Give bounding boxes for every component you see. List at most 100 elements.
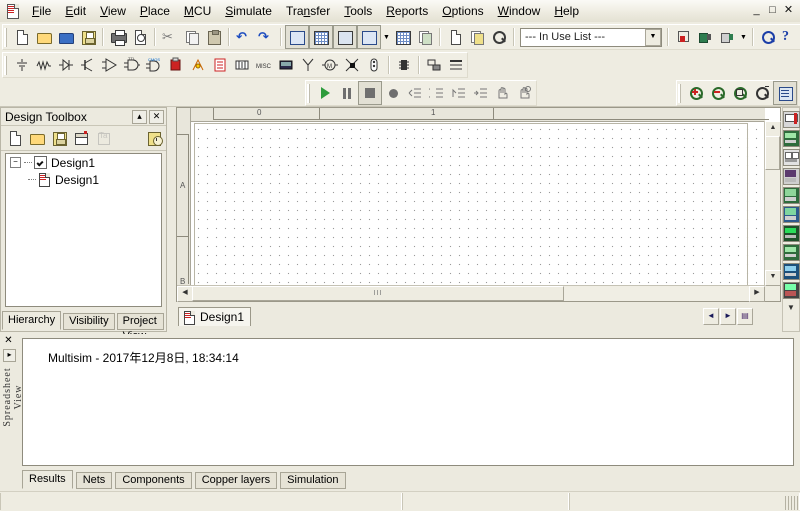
chevron-down-icon[interactable]: ▼: [787, 303, 795, 312]
horizontal-scroll-thumb[interactable]: III: [192, 286, 564, 301]
find-button[interactable]: [757, 26, 779, 48]
place-electromech-button[interactable]: M: [319, 54, 341, 76]
capture-icon-button[interactable]: [444, 26, 466, 48]
close-icon[interactable]: ✕: [3, 336, 14, 347]
sheet-list-button[interactable]: ▤: [737, 308, 753, 325]
zoom-fit-button[interactable]: [729, 82, 751, 104]
postprocessor-button[interactable]: [392, 26, 414, 48]
menu-mcu[interactable]: MCU: [177, 1, 218, 21]
rollup-button[interactable]: ▴: [132, 110, 147, 124]
toolbar-grip[interactable]: [4, 28, 9, 47]
place-peripheral-button[interactable]: [275, 54, 297, 76]
tab-nets[interactable]: Nets: [76, 472, 113, 489]
prev-sheet-button[interactable]: ◄: [703, 308, 719, 325]
place-ttl-button[interactable]: TTL: [121, 54, 143, 76]
grapher-dropdown[interactable]: ▼: [381, 26, 392, 48]
tab-copper-layers[interactable]: Copper layers: [195, 472, 277, 489]
four-channel-oscilloscope-icon[interactable]: [783, 187, 800, 204]
step-out-button[interactable]: [448, 82, 470, 104]
annotate-dropdown[interactable]: ▼: [738, 26, 749, 48]
menu-tools[interactable]: Tools: [337, 1, 379, 21]
pause-button[interactable]: [336, 82, 358, 104]
horizontal-scrollbar[interactable]: ◀ III ▶: [177, 285, 765, 301]
step-over-button[interactable]: [426, 82, 448, 104]
frequency-counter-icon[interactable]: [783, 225, 800, 242]
spreadsheet-results-area[interactable]: Multisim - 2017年12月8日, 18:34:14: [22, 338, 794, 466]
run-button[interactable]: [314, 82, 336, 104]
tree-row[interactable]: − Design1: [6, 154, 161, 171]
new-file-button[interactable]: [11, 26, 33, 48]
scroll-left-button[interactable]: ◀: [177, 286, 193, 302]
open-folder-icon[interactable]: [26, 127, 48, 149]
toggle-spreadsheet-button[interactable]: [309, 25, 333, 49]
wattmeter-icon[interactable]: [783, 149, 800, 166]
zoom-area-button[interactable]: [751, 82, 773, 104]
menu-view[interactable]: View: [93, 1, 133, 21]
word-generator-icon[interactable]: [783, 244, 800, 261]
checkbox-icon[interactable]: [34, 156, 47, 169]
tab-simulation[interactable]: Simulation: [280, 472, 345, 489]
rename-icon[interactable]: Ta: [92, 127, 114, 149]
place-analog-button[interactable]: [99, 54, 121, 76]
electrical-rules-button[interactable]: [414, 26, 436, 48]
menu-place[interactable]: Place: [133, 1, 177, 21]
record-button[interactable]: [382, 82, 404, 104]
redo-button[interactable]: ↷: [255, 26, 277, 48]
tab-project-view[interactable]: Project View: [117, 313, 164, 330]
toggle-design-toolbox-button[interactable]: [285, 25, 309, 49]
scroll-up-button[interactable]: ▲: [765, 121, 781, 137]
open-file-button[interactable]: [33, 26, 55, 48]
annotate-in-button[interactable]: [694, 26, 716, 48]
close-icon[interactable]: ✕: [149, 110, 164, 124]
logic-analyzer-icon[interactable]: [783, 282, 800, 299]
place-bus-button[interactable]: [445, 54, 467, 76]
place-transistor-button[interactable]: [77, 54, 99, 76]
copy-button[interactable]: [181, 26, 203, 48]
undo-button[interactable]: ↶: [233, 26, 255, 48]
scroll-down-button[interactable]: ▼: [765, 270, 781, 286]
tab-components[interactable]: Components: [115, 472, 191, 489]
place-misc-digital-button[interactable]: [165, 54, 187, 76]
menu-file[interactable]: File: [25, 1, 58, 21]
minimize-button[interactable]: _: [749, 4, 764, 18]
back-annotate-button[interactable]: [466, 26, 488, 48]
menu-reports[interactable]: Reports: [379, 1, 435, 21]
new-sheet-icon[interactable]: [70, 127, 92, 149]
design-hierarchy-tree[interactable]: − Design1 Design1: [5, 153, 162, 307]
place-basic-button[interactable]: [33, 54, 55, 76]
place-source-button[interactable]: [11, 54, 33, 76]
menu-edit[interactable]: Edit: [58, 1, 93, 21]
menu-transfer[interactable]: Transfer: [279, 1, 337, 21]
schematic-canvas[interactable]: [191, 122, 765, 286]
stop-button[interactable]: [358, 81, 382, 105]
tab-results[interactable]: Results: [22, 470, 73, 489]
vertical-scrollbar[interactable]: ▲ ▼: [764, 121, 780, 286]
place-power-button[interactable]: [231, 54, 253, 76]
place-ni-button[interactable]: [341, 54, 363, 76]
forward-annotate-button[interactable]: [488, 26, 510, 48]
help-button[interactable]: ?: [779, 26, 800, 48]
place-mixed-button[interactable]: [187, 54, 209, 76]
expander-icon[interactable]: −: [10, 157, 21, 168]
toolbar-grip[interactable]: [307, 84, 312, 103]
place-rf-button[interactable]: [297, 54, 319, 76]
resize-grip[interactable]: [785, 496, 799, 510]
restore-button[interactable]: □: [765, 4, 780, 18]
place-hierarchical-button[interactable]: [423, 54, 445, 76]
in-use-list-dropdown[interactable]: --- In Use List --- ▼: [520, 28, 662, 47]
close-button[interactable]: ✕: [781, 4, 796, 18]
next-sheet-button[interactable]: ►: [720, 308, 736, 325]
toolbar-grip[interactable]: [678, 84, 683, 103]
place-misc-button[interactable]: MISC: [253, 54, 275, 76]
annotate-out-button[interactable]: [716, 26, 738, 48]
menu-options[interactable]: Options: [435, 1, 490, 21]
zoom-out-button[interactable]: [707, 82, 729, 104]
vertical-scroll-thumb[interactable]: [765, 136, 780, 170]
multimeter-icon[interactable]: [783, 111, 800, 128]
menu-help[interactable]: Help: [547, 1, 586, 21]
oscilloscope-icon[interactable]: [783, 168, 800, 185]
place-cmos-button[interactable]: CMOS: [143, 54, 165, 76]
place-diode-button[interactable]: [55, 54, 77, 76]
print-preview-button[interactable]: [129, 26, 151, 48]
database-manager-button[interactable]: [333, 25, 357, 49]
